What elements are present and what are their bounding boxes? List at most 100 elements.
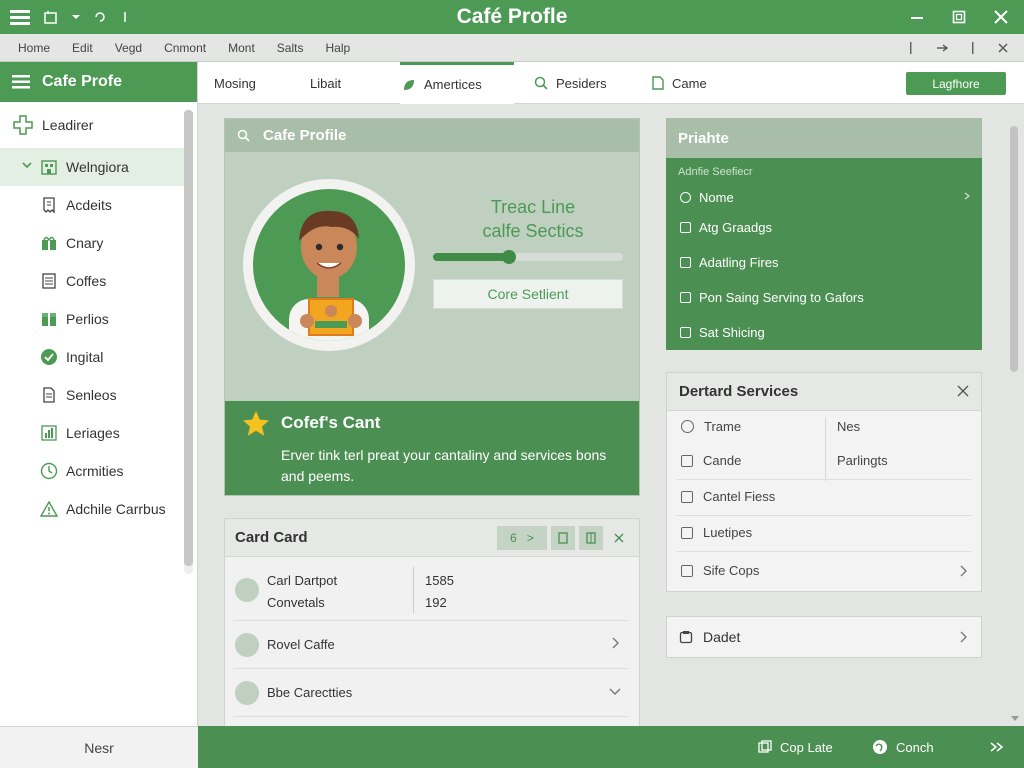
privacy-option[interactable]: Adatling Fires [680,255,778,270]
sidebar-item-acdeits[interactable]: Acdeits [0,186,184,224]
sidebar-item-label: Welngiora [66,159,129,175]
chart-icon [40,424,58,442]
sidebar-list: Leadirer Welngiora Acdeits Cnary Coffes … [0,102,184,528]
sidebar-item-perlios[interactable]: Perlios [0,300,184,338]
sidebar-footer-button[interactable]: Nesr [0,726,198,768]
arrow-right-icon[interactable] [936,43,948,53]
columns-icon[interactable] [579,526,603,550]
redo-icon[interactable] [120,11,130,23]
chevron-right-icon[interactable] [959,565,967,577]
close-menu-icon[interactable] [998,43,1008,53]
menu-help[interactable]: Halp [325,41,350,55]
service-option[interactable]: Sife Cops [681,563,967,578]
plus-cross-icon [12,114,34,136]
search-icon[interactable] [237,129,251,143]
tab-amertices[interactable]: Amertices [400,62,514,104]
new-file-icon[interactable] [44,10,58,24]
service-option-cande[interactable]: Cande [681,453,741,468]
main-content: Cafe Profile Treac Line calfe Sectics Co… [198,104,1024,728]
menu-content[interactable]: Cnmont [164,41,206,55]
close-icon[interactable] [990,6,1012,28]
service-value: Parlingts [837,453,888,468]
sidebar-item-adchile-carrbus[interactable]: Adchile Carrbus [0,490,184,528]
option-label: Atg Graadgs [699,220,772,235]
sidebar-item-senleos[interactable]: Senleos [0,376,184,414]
scrollbar-thumb[interactable] [1010,126,1018,372]
menu-edit[interactable]: Edit [72,41,93,55]
close-icon[interactable] [607,526,631,550]
hamburger-menu-icon[interactable] [10,9,30,25]
sidebar-item-cnary[interactable]: Cnary [0,224,184,262]
sidebar-item-coffes[interactable]: Coffes [0,262,184,300]
checkbox[interactable] [680,327,691,338]
chevron-down-icon[interactable] [609,687,621,695]
sidebar-scrollbar[interactable] [184,110,193,574]
list-item[interactable]: Carl Dartpot Convetals 1585 192 [233,559,629,621]
pager-button[interactable]: 6 > [497,526,547,550]
sidebar-item-leriages[interactable]: Leriages [0,414,184,452]
option-label: Luetipes [703,525,753,540]
menu-view[interactable]: Vegd [115,41,142,55]
square-icon[interactable] [551,526,575,550]
privacy-option[interactable]: Sat Shicing [680,325,765,340]
sidebar-item-leadirer[interactable]: Leadirer [0,102,184,148]
chevron-right-icon[interactable] [964,192,970,200]
dropdown-arrow-icon[interactable] [72,13,80,21]
services-title: Dertard Services [679,383,799,400]
hamburger-icon[interactable] [12,75,30,89]
tab-pesiders[interactable]: Pesiders [534,62,607,104]
chevron-right-icon[interactable] [959,631,967,643]
primary-action-button[interactable]: Lagfhore [906,72,1006,95]
core-settings-button[interactable]: Core Setlient [433,279,623,309]
undo-icon[interactable] [94,11,106,23]
checkbox[interactable] [680,292,691,303]
copy-late-button[interactable]: Cop Late [758,726,833,768]
chevron-right-icon[interactable] [611,637,619,649]
privacy-option[interactable]: Pon Saing Serving to Gafors [680,290,864,305]
scrollbar-thumb[interactable] [184,110,193,566]
tab-label: Pesiders [556,75,607,91]
tab-libait[interactable]: Libait [310,62,341,104]
checkbox[interactable] [680,222,691,233]
checkbox[interactable] [680,257,691,268]
radio-button[interactable] [680,192,691,203]
chevron-down-icon[interactable] [22,160,32,170]
checkbox[interactable] [681,454,693,467]
checkbox[interactable] [681,526,693,539]
sidebar-item-welngiora[interactable]: Welngiora [0,148,184,186]
sidebar-item-label: Cnary [66,235,104,251]
menu-salts[interactable]: Salts [277,41,304,55]
close-icon[interactable] [957,385,969,397]
dadet-row[interactable]: Dadet [666,616,982,658]
tab-came[interactable]: Came [652,62,707,104]
service-option-trame[interactable]: Trame [681,419,741,434]
menu-mont[interactable]: Mont [228,41,255,55]
scroll-down-arrow-icon[interactable] [1011,716,1019,722]
privacy-option[interactable]: Atg Graadgs [680,220,772,235]
radio-button[interactable] [681,420,694,433]
profile-card-title: Cafe Profile [263,127,347,144]
copy-late-label: Cop Late [780,739,833,755]
menu-home[interactable]: Home [18,41,50,55]
progress-slider[interactable] [433,250,623,264]
row-sublabel: Convetals [267,595,325,610]
row-label: Carl Dartpot [267,573,338,588]
minimize-icon[interactable] [906,6,928,28]
tab-mosing[interactable]: Mosing [214,62,256,104]
conch-button[interactable]: Conch [872,726,934,768]
list-item[interactable]: Rovel Caffe [233,621,629,669]
service-option[interactable]: Luetipes [681,525,752,540]
service-option[interactable]: Cantel Fiess [681,489,775,504]
slider-handle[interactable] [502,250,516,264]
sidebar-item-acrmities[interactable]: Acrmities [0,452,184,490]
checkbox[interactable] [681,490,693,503]
privacy-option-nome[interactable]: Nome [680,190,970,205]
sidebar-item-ingital[interactable]: Ingital [0,338,184,376]
main-scrollbar[interactable] [1010,126,1020,722]
checkbox[interactable] [681,564,693,577]
maximize-icon[interactable] [948,6,970,28]
list-item[interactable]: Bbe Carectties [233,669,629,717]
status-bar: Cop Late Conch [198,726,1024,768]
double-chevron-icon[interactable] [990,726,1004,768]
avatar[interactable] [243,179,415,351]
